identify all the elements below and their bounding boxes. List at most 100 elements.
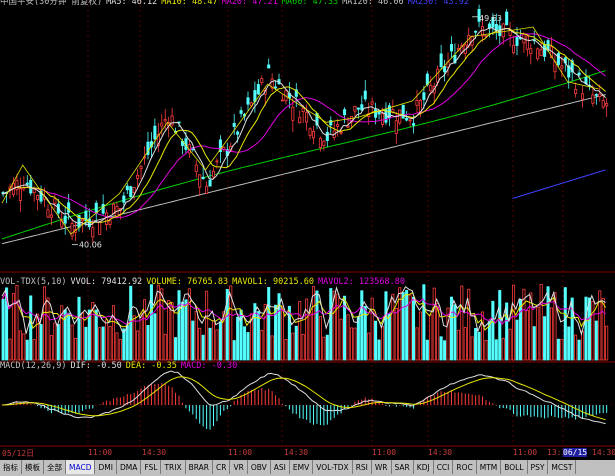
volume-bar <box>232 340 236 361</box>
tab-fsl[interactable]: FSL <box>141 460 162 474</box>
tab-cr[interactable]: CR <box>213 460 231 474</box>
stock-chart[interactable]: 49.63 40.06 <box>0 0 615 460</box>
candle-body <box>136 174 140 179</box>
tab-wr[interactable]: WR <box>372 460 392 474</box>
volume-bar <box>101 326 105 361</box>
tab-mcst[interactable]: MCST <box>548 460 577 474</box>
volume-bar <box>508 328 512 361</box>
time-label: 11:00 <box>372 448 397 457</box>
candle-body <box>194 164 198 172</box>
tab-vol-tdx[interactable]: VOL-TDX <box>313 460 353 474</box>
main-header-item-4: MA60: 47.33 <box>281 0 339 7</box>
candle-body <box>132 187 136 194</box>
tab-全部[interactable]: 全部 <box>44 460 66 474</box>
volume-bar <box>177 290 181 361</box>
volume-bar <box>477 331 481 361</box>
tab-kdj[interactable]: KDJ <box>414 460 434 474</box>
tab-obv[interactable]: OBV <box>248 460 271 474</box>
volume-bar <box>605 325 609 361</box>
candle-body <box>201 176 205 180</box>
candle-body <box>353 105 357 112</box>
volume-bar <box>56 324 60 361</box>
tab-macd[interactable]: MACD <box>66 460 96 474</box>
volume-bar <box>439 336 443 361</box>
volume-bar <box>429 314 433 361</box>
tab-psy[interactable]: PSY <box>528 460 549 474</box>
tab-dma[interactable]: DMA <box>117 460 142 474</box>
volume-bar <box>311 286 316 361</box>
tab-rsi[interactable]: RSI <box>353 460 372 474</box>
volume-bar <box>22 333 26 361</box>
candle-body <box>111 203 116 215</box>
volume-bar <box>387 313 391 361</box>
tab-指标[interactable]: 指标 <box>0 460 22 474</box>
volume-bar <box>53 322 57 361</box>
volume-bar <box>108 325 112 361</box>
volume-bar <box>25 339 29 361</box>
volume-bar <box>301 333 305 361</box>
volume-bar <box>105 319 109 361</box>
candle-body <box>405 117 409 121</box>
candle-body <box>267 64 271 69</box>
candle-body <box>256 84 260 95</box>
candle-body <box>18 188 22 201</box>
candle-body <box>594 94 598 96</box>
volume-bar <box>318 316 322 361</box>
volume-bar <box>543 316 547 361</box>
candle-body <box>15 180 19 190</box>
volume-bar <box>118 339 122 361</box>
volume-bar <box>491 300 495 361</box>
vol-header-item-0: VOL-TDX(5,10) <box>0 277 67 287</box>
volume-bar <box>560 338 564 361</box>
tab-asi[interactable]: ASI <box>271 460 290 474</box>
candle-body <box>318 137 322 148</box>
volume-bar <box>308 312 312 361</box>
time-label: 11:00 <box>513 448 538 457</box>
tab-brar[interactable]: BRAR <box>186 460 214 474</box>
volume-bar <box>474 327 478 361</box>
macd-header-item-0: MACD(12,26,9) <box>0 361 67 371</box>
candle-body <box>236 131 240 135</box>
candle-body <box>80 218 84 222</box>
candle-body <box>605 103 609 107</box>
volume-bar <box>111 305 116 361</box>
tab-roc[interactable]: ROC <box>453 460 477 474</box>
tab-vr[interactable]: VR <box>230 460 248 474</box>
main-header-item-1: MA5: 46.12 <box>106 0 158 7</box>
tab-emv[interactable]: EMV <box>290 460 314 474</box>
candle-body <box>539 49 543 57</box>
volume-bar <box>84 326 88 361</box>
volume-bar <box>594 320 598 361</box>
macd-header: MACD(12,26,9) DIF: -0.50 DEA: -0.35 MACD: -… <box>0 360 241 372</box>
candle-body <box>487 23 491 29</box>
candle-body <box>525 35 529 50</box>
candle-body <box>401 104 405 119</box>
volume-bar <box>18 330 22 361</box>
tab-boll[interactable]: BOLL <box>501 460 528 474</box>
tab-mtm[interactable]: MTM <box>477 460 502 474</box>
volume-bar <box>322 336 326 361</box>
tab-dmi[interactable]: DMI <box>95 460 117 474</box>
high-label: 49.63 <box>479 14 502 23</box>
candle-body <box>512 44 516 54</box>
tab-trix[interactable]: TRIX <box>161 460 186 474</box>
volume-bar <box>284 339 288 361</box>
tab-模板[interactable]: 模板 <box>22 460 44 474</box>
volume-bar <box>315 290 319 361</box>
candle-body <box>291 106 295 121</box>
candle-body <box>412 123 416 126</box>
candle-body <box>501 23 505 38</box>
volume-bar <box>577 339 581 361</box>
volume-bar <box>29 295 33 361</box>
volume-bar <box>484 339 488 361</box>
volume-bar <box>42 286 47 361</box>
volume-bar <box>211 320 216 361</box>
candle-body <box>67 202 71 213</box>
time-label: 11:00 <box>228 448 253 457</box>
volume-header: VOL-TDX(5,10) VVOL: 79412.92 VOLUME: 76765… <box>0 276 409 288</box>
candle-body <box>598 93 602 98</box>
candle-body <box>356 107 360 110</box>
tab-cci[interactable]: CCI <box>434 460 454 474</box>
volume-bar <box>167 300 171 361</box>
tab-sar[interactable]: SAR <box>392 460 414 474</box>
